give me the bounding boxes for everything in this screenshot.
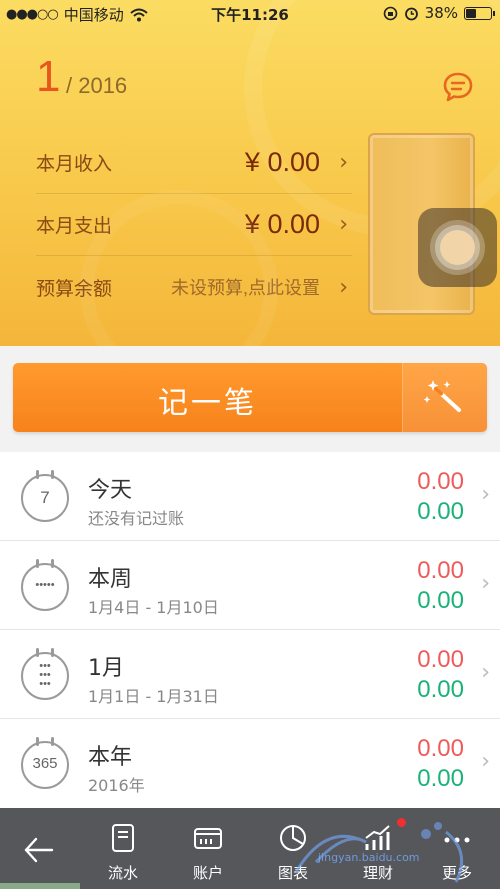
- chevron-right-icon: ›: [339, 212, 348, 237]
- budget-balance-label: 预算余额: [36, 277, 113, 300]
- period-expense: 0.00: [417, 587, 464, 614]
- monthly-expense-label: 本月支出: [36, 215, 113, 237]
- battery-icon: [464, 6, 495, 20]
- chevron-right-icon: ›: [339, 274, 348, 300]
- rotation-lock-icon: [383, 6, 397, 20]
- chat-bubble-icon: [443, 72, 473, 102]
- period-expense: 0.00: [417, 676, 464, 703]
- period-subtitle: 1月1日 - 1月31日: [88, 687, 219, 706]
- current-month: 1: [36, 52, 61, 101]
- wallet-icon: [194, 828, 222, 849]
- header-summary: ●●●○○ 中国移动 下午11:26 38% 1 / 2016 本月收入 ¥ 0…: [0, 0, 500, 346]
- calendar-week-icon: •••••: [21, 559, 69, 611]
- chevron-right-icon: ›: [481, 660, 490, 685]
- record-entry-label: 记一笔: [158, 386, 257, 421]
- period-income: 0.00: [417, 468, 464, 495]
- tab-label: 账户: [192, 864, 223, 882]
- period-income: 0.00: [417, 557, 464, 584]
- back-button[interactable]: [18, 830, 58, 874]
- period-title: 1月: [88, 656, 124, 681]
- budget-balance-row[interactable]: 预算余额 未设预算,点此设置 ›: [36, 256, 352, 318]
- monthly-expense-value: ¥ 0.00: [244, 209, 320, 239]
- tab-accounts[interactable]: 账户: [165, 808, 251, 889]
- calendar-month-icon: ••• ••• •••: [21, 648, 69, 700]
- calendar-day-icon: 7: [21, 470, 69, 522]
- period-month-row[interactable]: ••• ••• ••• 1月 1月1日 - 1月31日 0.00 0.00 ›: [0, 630, 500, 719]
- chevron-right-icon: ›: [481, 571, 490, 596]
- period-year-row[interactable]: 365 本年 2016年 0.00 0.00 ›: [0, 719, 500, 808]
- ledger-icon: [112, 824, 134, 852]
- baidu-paw-icon: [294, 822, 464, 883]
- record-entry-button[interactable]: 记一笔: [13, 363, 487, 432]
- back-arrow-icon: [24, 837, 54, 863]
- period-expense: 0.00: [417, 498, 464, 525]
- period-title: 本周: [88, 567, 133, 592]
- period-week-row[interactable]: ••••• 本周 1月4日 - 1月10日 0.00 0.00 ›: [0, 541, 500, 630]
- monthly-income-label: 本月收入: [36, 153, 113, 175]
- period-title: 今天: [88, 478, 133, 503]
- period-title: 本年: [88, 745, 133, 770]
- magic-wand-icon: [423, 380, 461, 412]
- watermark-url: jingyan.baidu.com: [318, 851, 420, 864]
- chevron-right-icon: ›: [481, 482, 490, 507]
- period-today-row[interactable]: 7 今天 还没有记过账 0.00 0.00 ›: [0, 452, 500, 541]
- current-year: / 2016: [66, 73, 128, 98]
- baidu-watermark: [286, 812, 482, 888]
- alarm-icon: [404, 7, 418, 20]
- chevron-right-icon: ›: [481, 749, 490, 774]
- period-subtitle: 还没有记过账: [88, 509, 185, 528]
- home-indicator: [0, 883, 80, 889]
- period-income: 0.00: [417, 646, 464, 673]
- period-expense: 0.00: [417, 765, 464, 792]
- chevron-right-icon: ›: [339, 150, 348, 175]
- status-bar: ●●●○○ 中国移动 下午11:26 38%: [0, 0, 500, 28]
- assistive-touch-button[interactable]: [418, 208, 497, 287]
- quick-record-button[interactable]: [402, 363, 487, 432]
- period-subtitle: 1月4日 - 1月10日: [88, 598, 219, 617]
- period-subtitle: 2016年: [88, 776, 145, 795]
- monthly-income-value: ¥ 0.00: [244, 147, 320, 177]
- monthly-expense-row[interactable]: 本月支出 ¥ 0.00 ›: [36, 194, 352, 256]
- budget-setup-hint: 未设预算,点此设置: [170, 278, 320, 298]
- tab-label: 流水: [107, 864, 138, 882]
- tab-ledger[interactable]: 流水: [80, 808, 166, 889]
- monthly-income-row[interactable]: 本月收入 ¥ 0.00 ›: [36, 132, 352, 194]
- calendar-year-icon: 365: [21, 737, 69, 789]
- message-button[interactable]: [441, 70, 475, 104]
- period-income: 0.00: [417, 735, 464, 762]
- period-summary-list: 7 今天 还没有记过账 0.00 0.00 › ••••• 本周 1月4日 - …: [0, 452, 500, 808]
- battery-percent: 38%: [424, 4, 458, 22]
